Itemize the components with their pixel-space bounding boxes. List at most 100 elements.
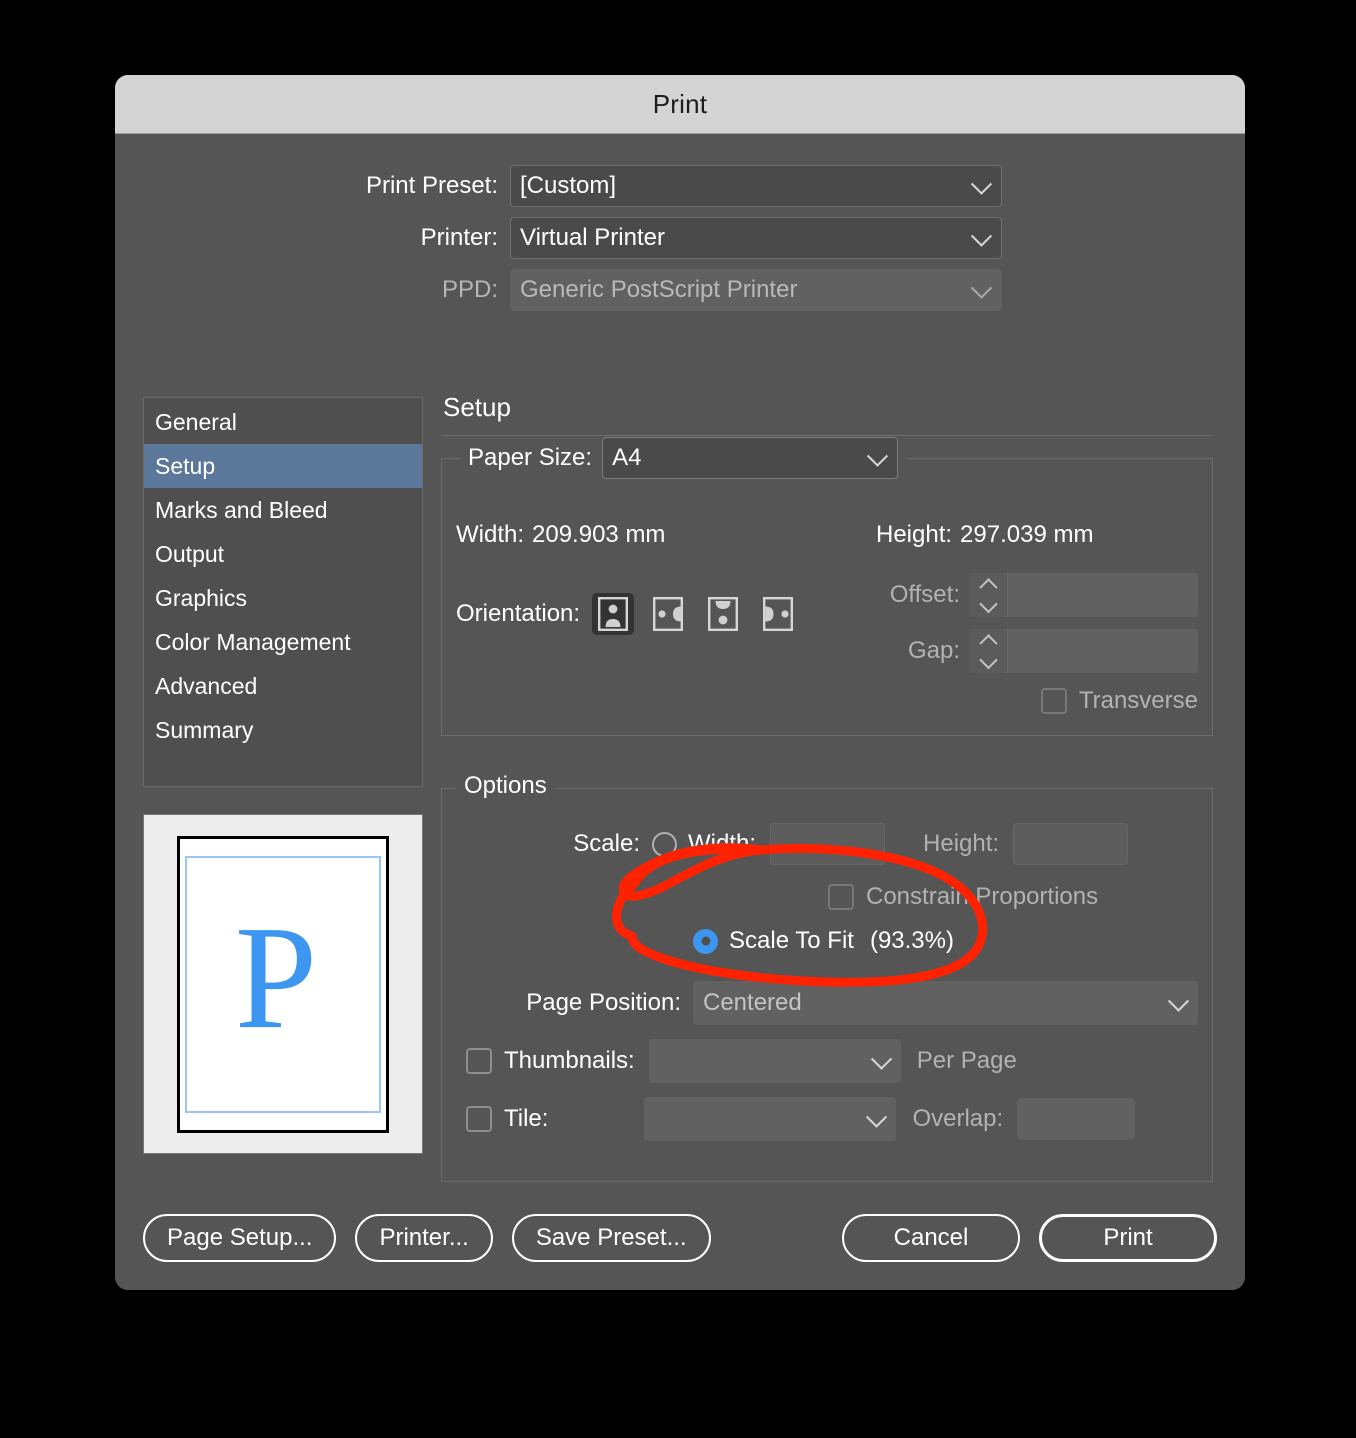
scale-label: Scale:: [573, 830, 640, 857]
top-fields: Print Preset: [Custom] Printer: Virtual …: [115, 134, 1245, 312]
sidebar-item-output[interactable]: Output: [144, 532, 422, 576]
paper-height-label: Height:: [876, 521, 953, 548]
transverse-row: Transverse: [876, 687, 1198, 715]
scale-width-input: [770, 823, 886, 865]
reverse-portrait-orientation-icon[interactable]: [702, 593, 744, 635]
tile-row: Tile: Overlap:: [456, 1097, 1198, 1141]
printer-label: Printer:: [420, 224, 498, 251]
scale-radio[interactable]: [652, 831, 677, 857]
paper-offset-column: Height: 297.039 mm Offset: Gap: Transver…: [876, 515, 1198, 715]
offset-stepper-buttons: [970, 573, 1008, 617]
chevron-up-icon: [979, 578, 998, 597]
print-preset-label: Print Preset:: [365, 172, 498, 199]
page-setup-button[interactable]: Page Setup...: [143, 1214, 337, 1262]
cancel-button[interactable]: Cancel: [842, 1214, 1020, 1262]
transverse-label: Transverse: [1078, 687, 1198, 714]
settings-sidebar: General Setup Marks and Bleed Output Gra…: [143, 397, 423, 787]
transverse-checkbox: [1040, 688, 1067, 714]
chevron-down-icon: [979, 594, 998, 614]
options-legend: Options: [456, 772, 555, 800]
print-preset-select[interactable]: [Custom]: [510, 165, 1002, 207]
chevron-down-icon: [970, 225, 993, 247]
chevron-down-icon: [979, 650, 998, 670]
paper-group-inner: Width: 209.903 mm Orientation: Height: 2…: [456, 489, 1198, 715]
sidebar-item-label: General: [155, 408, 237, 435]
printer-button[interactable]: Printer...: [355, 1214, 493, 1262]
tile-select: [644, 1097, 897, 1141]
chevron-down-icon: [1167, 990, 1190, 1012]
sidebar-item-label: Summary: [155, 716, 254, 743]
chevron-down-icon: [870, 1048, 892, 1070]
sidebar-item-label: Color Management: [155, 628, 351, 655]
overlap-label: Overlap:: [912, 1105, 1004, 1132]
ppd-select: Generic PostScript Printer: [510, 269, 1002, 311]
sidebar-item-summary[interactable]: Summary: [144, 708, 422, 752]
landscape-orientation-icon[interactable]: [647, 593, 689, 635]
scale-to-fit-radio[interactable]: [693, 928, 718, 954]
offset-value: [1008, 573, 1198, 617]
page-position-value: Centered: [703, 989, 802, 1016]
sidebar-item-general[interactable]: General: [144, 400, 422, 444]
ppd-row: PPD: Generic PostScript Printer: [115, 268, 1245, 312]
print-preset-row: Print Preset: [Custom]: [115, 164, 1245, 208]
scale-height-input: [1013, 823, 1129, 865]
scale-to-fit-label: Scale To Fit: [729, 927, 854, 954]
gap-stepper: [970, 629, 1198, 673]
printer-select[interactable]: Virtual Printer: [510, 217, 1002, 259]
printer-row: Printer: Virtual Printer: [115, 216, 1245, 260]
orientation-row: Orientation:: [456, 593, 876, 635]
paper-dimensions-column: Width: 209.903 mm Orientation:: [456, 515, 876, 715]
paper-height-value: 297.039 mm: [960, 521, 1094, 548]
paper-group: Paper Size: A4 Width: 209.903 mm Orienta…: [441, 437, 1213, 736]
paper-size-label: Paper Size:: [468, 444, 593, 471]
paper-size-legend: Paper Size: A4: [460, 437, 907, 479]
print-dialog: Print Print Preset: [Custom] Printer: Vi…: [115, 75, 1245, 1290]
chevron-up-icon: [979, 634, 998, 653]
thumbnails-label: Thumbnails:: [504, 1047, 635, 1074]
ppd-label: PPD:: [441, 276, 498, 303]
sidebar-item-marks-and-bleed[interactable]: Marks and Bleed: [144, 488, 422, 532]
sidebar-item-label: Advanced: [155, 672, 258, 699]
thumbnails-checkbox[interactable]: [466, 1048, 492, 1074]
scale-to-fit-row: Scale To Fit (93.3%): [456, 927, 1198, 955]
sidebar-item-graphics[interactable]: Graphics: [144, 576, 422, 620]
dialog-body: Print Preset: [Custom] Printer: Virtual …: [115, 134, 1245, 1290]
sidebar-item-setup[interactable]: Setup: [144, 444, 422, 488]
chevron-down-icon: [970, 173, 993, 195]
sidebar-item-advanced[interactable]: Advanced: [144, 664, 422, 708]
print-button[interactable]: Print: [1039, 1214, 1217, 1262]
print-preview[interactable]: P: [143, 814, 423, 1154]
sidebar-item-label: Graphics: [155, 584, 248, 611]
offset-label: Offset:: [889, 581, 960, 608]
offset-stepper: [970, 573, 1198, 617]
constrain-proportions-checkbox: [828, 884, 854, 910]
overlap-input: [1017, 1098, 1136, 1140]
tile-checkbox[interactable]: [466, 1106, 492, 1132]
pane-title: Setup: [443, 392, 511, 422]
save-preset-button[interactable]: Save Preset...: [511, 1214, 711, 1262]
reverse-landscape-orientation-icon[interactable]: [757, 593, 799, 635]
per-page-label: Per Page: [916, 1047, 1017, 1074]
offset-row: Offset:: [876, 573, 1198, 617]
constrain-row: Constrain Proportions: [456, 883, 1198, 911]
paper-width-label: Width:: [456, 521, 525, 548]
setup-pane: Setup Paper Size: A4 Width: 209.903 mm O…: [441, 392, 1213, 1182]
paper-size-select[interactable]: A4: [602, 437, 899, 479]
chevron-down-icon: [970, 277, 993, 299]
sidebar-item-label: Output: [155, 540, 225, 567]
portrait-orientation-icon[interactable]: [592, 593, 635, 635]
constrain-proportions-label: Constrain Proportions: [866, 883, 1099, 910]
tile-label: Tile:: [504, 1105, 549, 1132]
pane-divider: [441, 435, 1213, 436]
gap-value: [1008, 629, 1198, 673]
scale-height-label: Height:: [923, 830, 1000, 857]
sidebar-item-color-management[interactable]: Color Management: [144, 620, 422, 664]
gap-label: Gap:: [907, 637, 960, 664]
screen: Print Print Preset: [Custom] Printer: Vi…: [0, 0, 1356, 1438]
width-row: Width: 209.903 mm: [456, 515, 876, 555]
height-row: Height: 297.039 mm: [876, 515, 1198, 555]
sidebar-item-label: Setup: [155, 452, 216, 479]
gap-row: Gap:: [876, 629, 1198, 673]
printer-value: Virtual Printer: [520, 224, 665, 251]
orientation-label: Orientation:: [456, 600, 581, 627]
